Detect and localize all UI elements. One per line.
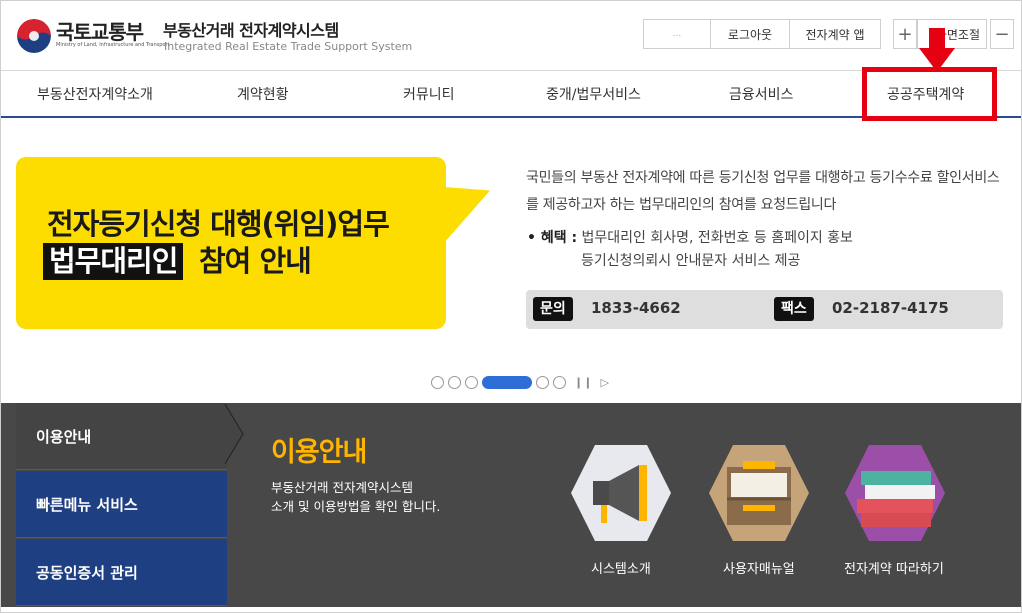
benefit-label: • 혜택 : — [527, 230, 578, 246]
menu-pointer-icon — [225, 404, 244, 464]
banner-description: 국민들의 부동산 전자계약에 따른 등기신청 업무를 대행하고 등기수수료 할인… — [526, 170, 1000, 213]
nav-item-community[interactable]: 커뮤니티 — [403, 84, 455, 104]
nav-item-finance[interactable]: 금융서비스 — [729, 84, 793, 104]
banner-headline-line2: 참여 안내 — [199, 244, 312, 278]
slide-dot[interactable] — [431, 375, 444, 389]
left-menu-quick-service[interactable]: 빠른메뉴 서비스 — [16, 471, 227, 538]
benefit-text-1: 법무대리인 회사명, 전화번호 등 홈페이지 홍보 — [581, 230, 853, 246]
banner-headline-highlight: 법무대리인 — [43, 243, 184, 280]
section-desc-line2: 소개 및 이용방법을 확인 합니다. — [271, 499, 441, 514]
logout-button[interactable]: 로그아웃 — [710, 19, 790, 49]
e-contract-app-button[interactable]: 전자계약 앱 — [789, 19, 881, 49]
stacked-papers-icon[interactable] — [843, 441, 947, 545]
fax-tag: 팩스 — [774, 297, 814, 321]
tile-label-e-contract-guide[interactable]: 전자계약 따라하기 — [844, 558, 944, 577]
slide-dot-active[interactable] — [482, 375, 532, 389]
inquiry-number: 1833-4662 — [591, 299, 681, 317]
pause-icon[interactable]: ❙❙ — [574, 376, 592, 389]
ministry-subtitle: Ministry of Land, Infrastructure and Tra… — [56, 42, 170, 48]
zoom-out-button[interactable]: − — [990, 19, 1014, 49]
nav-item-intro[interactable]: 부동산전자계약소개 — [37, 84, 153, 104]
tile-label-system-intro[interactable]: 시스템소개 — [591, 558, 651, 577]
banner-headline-line1: 전자등기신청 대행(위임)업무 — [47, 207, 390, 241]
section-desc-line1: 부동산거래 전자계약시스템 — [271, 480, 413, 495]
nav-item-brokerage-legal[interactable]: 중개/법무서비스 — [546, 84, 641, 104]
section-description: 부동산거래 전자계약시스템 소개 및 이용방법을 확인 합니다. — [271, 478, 440, 516]
slide-dot[interactable] — [465, 375, 478, 389]
left-menu-certificate[interactable]: 공동인증서 관리 — [16, 539, 227, 606]
nav-highlight-box — [862, 67, 997, 121]
red-arrow-icon — [919, 28, 955, 72]
header: 국토교통부 Ministry of Land, Infrastructure a… — [1, 1, 1021, 71]
slide-indicator: ❙❙ ▷ — [431, 375, 609, 389]
benefit-text-2: 등기신청의뢰시 안내문자 서비스 제공 — [581, 253, 801, 269]
section-title: 이용안내 — [271, 437, 367, 468]
page: 국토교통부 Ministry of Land, Infrastructure a… — [0, 0, 1022, 613]
inquiry-tag: 문의 — [533, 297, 573, 321]
nav-item-contract-status[interactable]: 계약현황 — [237, 84, 289, 104]
slide-dot[interactable] — [553, 375, 566, 389]
ministry-logo-icon[interactable] — [17, 19, 51, 53]
left-menu: 이용안내 빠른메뉴 서비스 공동인증서 관리 — [16, 403, 227, 607]
site-subtitle: Integrated Real Estate Trade Support Sys… — [164, 40, 413, 53]
folder-box-icon[interactable] — [707, 441, 811, 545]
banner-bubble-tail — [444, 162, 490, 243]
megaphone-icon[interactable] — [569, 441, 673, 545]
tile-label-user-manual[interactable]: 사용자매뉴얼 — [723, 558, 795, 577]
user-info-button[interactable]: ... — [643, 19, 711, 49]
slide-dot[interactable] — [536, 375, 549, 389]
zoom-in-button[interactable]: + — [893, 19, 917, 49]
ministry-name[interactable]: 국토교통부 — [56, 16, 144, 45]
contact-bar: 문의 1833-4662 팩스 02-2187-4175 — [526, 290, 1003, 329]
site-title[interactable]: 부동산거래 전자계약시스템 — [163, 17, 339, 41]
play-icon[interactable]: ▷ — [600, 376, 608, 389]
left-menu-guide[interactable]: 이용안내 — [16, 403, 227, 470]
fax-number: 02-2187-4175 — [832, 299, 949, 317]
banner-benefit: • 혜택 : 법무대리인 회사명, 전화번호 등 홈페이지 홍보 — [527, 225, 853, 252]
slide-dot[interactable] — [448, 375, 461, 389]
